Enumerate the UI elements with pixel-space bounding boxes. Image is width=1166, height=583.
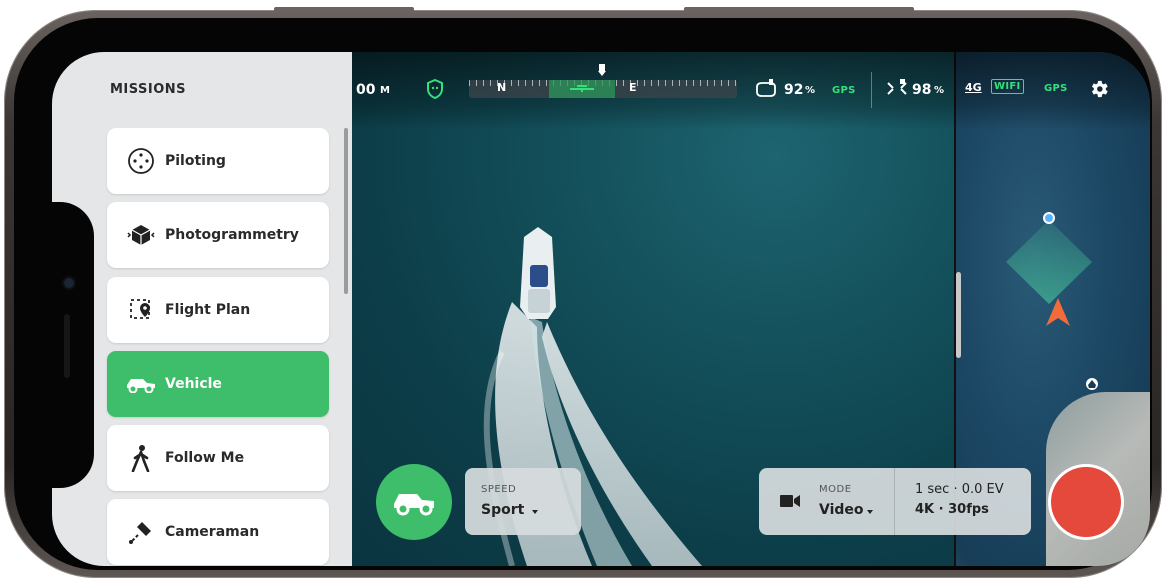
drone-gps-label: GPS: [1044, 83, 1068, 94]
video-camera-icon: [780, 495, 800, 507]
speed-selector[interactable]: SPEED Sport: [465, 468, 581, 535]
phone-bezel: 00 M N E 92 % GPS 98 % 4G WIFI GPS MISSI…: [14, 18, 1152, 570]
mission-item-piloting[interactable]: Piloting: [107, 128, 329, 194]
distance-value: 00: [356, 82, 376, 98]
speed-caption: SPEED: [481, 484, 517, 495]
mode-caption: MODE: [819, 484, 852, 495]
distance-unit: M: [380, 85, 390, 96]
cameraman-icon: [117, 499, 165, 565]
phone-frame: 00 M N E 92 % GPS 98 % 4G WIFI GPS MISSI…: [4, 7, 1162, 578]
piloting-icon: [117, 128, 165, 194]
drone-battery-unit: %: [934, 85, 945, 96]
missions-title: MISSIONS: [110, 82, 187, 97]
controller-battery-unit: %: [805, 85, 816, 96]
car-icon: [394, 494, 434, 516]
front-camera: [64, 278, 74, 288]
earpiece: [64, 314, 70, 378]
camera-mode-panel[interactable]: MODE Video 1 sec · 0.0 EV 4K · 30fps: [759, 468, 1031, 535]
mission-label: Flight Plan: [165, 302, 251, 318]
drone-heading-icon: [570, 85, 594, 92]
mission-item-flight-plan[interactable]: Flight Plan: [107, 277, 329, 343]
status-bar: 00 M N E 92 % GPS 98 % 4G WIFI GPS: [352, 52, 1150, 130]
controller-gps-label: GPS: [832, 85, 856, 96]
compass-north-label: N: [497, 81, 507, 94]
compass-pointer-icon: [598, 64, 606, 76]
record-indicator: [1051, 467, 1121, 537]
wifi-label: WIFI: [991, 79, 1024, 94]
speed-value: Sport: [481, 502, 525, 518]
exposure-value[interactable]: 1 sec · 0.0 EV: [915, 482, 1004, 497]
boat: [520, 227, 556, 319]
flight-plan-icon: [117, 277, 165, 343]
mission-item-cameraman[interactable]: Cameraman: [107, 499, 329, 565]
mode-divider: [894, 468, 895, 535]
mission-label: Follow Me: [165, 450, 245, 466]
mission-label: Vehicle: [165, 376, 222, 392]
phone-notch: [52, 202, 94, 488]
app-screen: 00 M N E 92 % GPS 98 % 4G WIFI GPS MISSI…: [52, 52, 1150, 566]
vehicle-mode-button[interactable]: [376, 464, 452, 540]
mission-label: Cameraman: [165, 524, 260, 540]
cube-icon: [117, 202, 165, 268]
missions-sidebar: MISSIONS Piloting Photogrammetry Flight …: [52, 52, 352, 566]
split-handle[interactable]: [956, 272, 961, 358]
status-divider: [871, 72, 872, 108]
network-4g-label: 4G: [965, 81, 982, 94]
controller-battery-icon: [756, 79, 776, 97]
camera-fov: [1006, 220, 1092, 304]
compass-east-label: E: [629, 81, 637, 94]
mission-item-photogrammetry[interactable]: Photogrammetry: [107, 202, 329, 268]
compass-heading-zone: [549, 80, 615, 98]
chevron-down-icon: [867, 510, 873, 514]
compass-bar: N E: [469, 64, 737, 98]
mode-value[interactable]: Video: [819, 502, 864, 518]
mission-item-follow-me[interactable]: Follow Me: [107, 425, 329, 491]
controller-battery-value: 92: [784, 82, 804, 98]
settings-gear-icon[interactable]: [1088, 78, 1110, 100]
record-button[interactable]: [1048, 464, 1124, 540]
mission-label: Photogrammetry: [165, 227, 299, 243]
car-icon: [117, 351, 165, 417]
geofence-shield-icon[interactable]: [426, 79, 444, 99]
target-dot: [1043, 212, 1055, 224]
walking-person-icon: [117, 425, 165, 491]
mission-label: Piloting: [165, 153, 226, 169]
power-button: [684, 7, 914, 12]
volume-button: [274, 7, 414, 12]
drone-battery-icon: [887, 79, 907, 95]
mission-item-vehicle[interactable]: Vehicle: [107, 351, 329, 417]
drone-battery-value: 98: [912, 82, 932, 98]
resolution-value[interactable]: 4K · 30fps: [915, 502, 989, 517]
chevron-down-icon: [532, 510, 538, 514]
sidebar-scrollbar[interactable]: [344, 128, 348, 294]
